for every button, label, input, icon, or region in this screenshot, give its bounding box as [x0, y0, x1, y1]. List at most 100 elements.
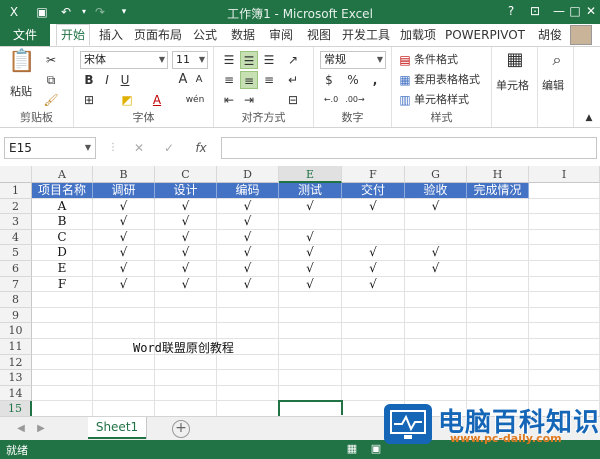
comma-style-button[interactable]: ,	[366, 71, 384, 89]
align-left-icon[interactable]: ≡	[220, 71, 238, 89]
cell-e11[interactable]	[279, 339, 342, 355]
cell-a7[interactable]: F	[32, 276, 93, 293]
cell-g9[interactable]	[405, 307, 467, 324]
cell-h3[interactable]	[467, 214, 529, 230]
collapse-ribbon-icon[interactable]: ▲	[580, 109, 598, 127]
cell-i9[interactable]	[529, 307, 600, 324]
cell-h11[interactable]	[467, 339, 529, 355]
decrease-decimal-icon[interactable]: .00→	[344, 91, 366, 109]
cell-g12[interactable]	[405, 354, 467, 371]
cell-styles-button[interactable]: 单元格样式	[414, 91, 469, 109]
align-center-icon[interactable]: ≡	[240, 71, 258, 89]
cell-h4[interactable]	[467, 229, 529, 246]
cell-d10[interactable]	[217, 323, 279, 339]
cells-icon[interactable]: ▦	[504, 51, 526, 73]
borders-icon[interactable]: ⊞	[80, 91, 98, 109]
cell-g11[interactable]	[405, 339, 467, 355]
cell-i6[interactable]	[529, 261, 600, 277]
cell-h10[interactable]	[467, 323, 529, 339]
ribbon-display-icon[interactable]: ⊡	[526, 2, 544, 20]
cell-i4[interactable]	[529, 229, 600, 246]
font-name-select[interactable]: 宋体 ▼	[80, 51, 168, 69]
close-button[interactable]: ✕	[582, 2, 600, 20]
format-painter-icon[interactable]: 🖌	[42, 91, 60, 109]
cell-d5[interactable]: √	[217, 245, 279, 261]
normal-view-icon[interactable]: ▦	[344, 442, 360, 456]
paste-icon[interactable]: 📋	[8, 51, 35, 81]
cell-c4[interactable]: √	[155, 229, 217, 246]
cell-f1[interactable]: 交付	[342, 183, 405, 199]
cell-e3[interactable]	[279, 214, 342, 230]
row-header-4[interactable]: 4	[0, 229, 32, 246]
paste-button[interactable]: 粘贴	[10, 83, 32, 101]
cell-c7[interactable]: √	[155, 276, 217, 293]
increase-decimal-icon[interactable]: ←.0	[320, 91, 342, 109]
scroll-left-icon[interactable]: ◀	[14, 421, 28, 437]
binoculars-icon[interactable]: ⌕	[546, 51, 568, 73]
column-header-b[interactable]: B	[93, 166, 155, 183]
select-all-corner[interactable]	[0, 166, 32, 183]
cell-a10[interactable]	[32, 323, 93, 339]
decrease-indent-icon[interactable]: ⇤	[220, 91, 238, 109]
row-header-15[interactable]: 15	[0, 401, 32, 416]
cell-a4[interactable]: C	[32, 229, 93, 246]
cell-e12[interactable]	[279, 354, 342, 371]
cell-a14[interactable]	[32, 385, 93, 402]
cell-c3[interactable]: √	[155, 214, 217, 230]
editing-button[interactable]: 编辑	[542, 77, 564, 95]
cell-e8[interactable]	[279, 292, 342, 308]
cell-g4[interactable]	[405, 229, 467, 246]
cell-h1[interactable]: 完成情况	[467, 183, 529, 199]
cell-h6[interactable]	[467, 261, 529, 277]
row-header-12[interactable]: 12	[0, 354, 32, 371]
cell-i2[interactable]	[529, 198, 600, 215]
formula-input[interactable]	[221, 137, 597, 159]
cell-g6[interactable]: √	[405, 261, 467, 277]
tab-powerpivot[interactable]: POWERPIVOT	[444, 24, 526, 46]
cancel-entry-button[interactable]: ✕	[130, 139, 148, 157]
cell-e5[interactable]: √	[279, 245, 342, 261]
cell-i3[interactable]	[529, 214, 600, 230]
cell-i8[interactable]	[529, 292, 600, 308]
scroll-right-icon[interactable]: ▶	[34, 421, 48, 437]
cell-b8[interactable]	[93, 292, 155, 308]
column-header-f[interactable]: F	[342, 166, 405, 183]
bold-button[interactable]: B	[80, 71, 98, 89]
currency-button[interactable]: $	[320, 71, 338, 89]
cell-g1[interactable]: 验收	[405, 183, 467, 199]
tab-insert[interactable]: 插入	[96, 24, 126, 46]
cell-e7[interactable]: √	[279, 276, 342, 293]
align-right-icon[interactable]: ≡	[260, 71, 278, 89]
row-header-13[interactable]: 13	[0, 370, 32, 386]
user-name[interactable]: 胡俊	[538, 24, 562, 46]
cell-f9[interactable]	[342, 307, 405, 324]
cell-a9[interactable]	[32, 307, 93, 324]
increase-indent-icon[interactable]: ⇥	[240, 91, 258, 109]
cell-c1[interactable]: 设计	[155, 183, 217, 199]
cell-d7[interactable]: √	[217, 276, 279, 293]
tab-data[interactable]: 数据	[228, 24, 258, 46]
cell-g3[interactable]	[405, 214, 467, 230]
cell-d15[interactable]	[217, 401, 279, 416]
percent-button[interactable]: %	[344, 71, 362, 89]
cell-c13[interactable]	[155, 370, 217, 386]
wrap-text-icon[interactable]: ↵	[284, 71, 302, 89]
cell-e9[interactable]	[279, 307, 342, 324]
italic-button[interactable]: I	[98, 71, 116, 89]
cell-d6[interactable]: √	[217, 261, 279, 277]
cell-f3[interactable]	[342, 214, 405, 230]
cell-f11[interactable]	[342, 339, 405, 355]
cell-g8[interactable]	[405, 292, 467, 308]
cell-b12[interactable]	[93, 354, 155, 371]
font-size-select[interactable]: 11 ▼	[172, 51, 208, 69]
merge-center-icon[interactable]: ⊟	[284, 91, 302, 109]
fill-color-icon[interactable]: ◩	[118, 91, 136, 109]
cell-b7[interactable]: √	[93, 276, 155, 293]
cell-c14[interactable]	[155, 385, 217, 402]
align-bottom-icon[interactable]: ☰	[260, 51, 278, 69]
cell-c8[interactable]	[155, 292, 217, 308]
cell-d12[interactable]	[217, 354, 279, 371]
cell-a13[interactable]	[32, 370, 93, 386]
sheet-tab-sheet1[interactable]: Sheet1	[88, 417, 146, 439]
cell-d14[interactable]	[217, 385, 279, 402]
